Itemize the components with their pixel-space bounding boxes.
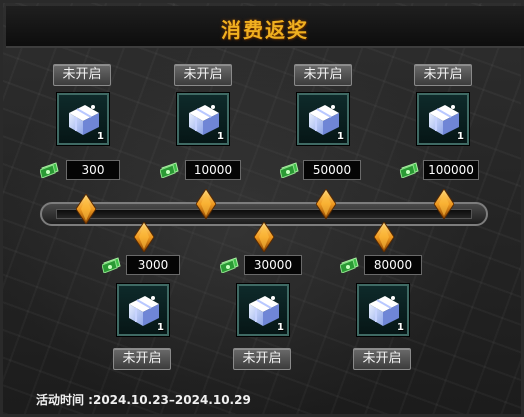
threshold-value-6: 30000 — [244, 255, 302, 275]
diamond-marker-icon — [254, 222, 274, 252]
reward-status-button-1[interactable]: 未开启 — [53, 64, 111, 86]
reward-item-6[interactable]: 1 — [237, 284, 289, 336]
reward-status-button-4[interactable]: 未开启 — [414, 64, 472, 86]
reward-item-2[interactable]: 1 — [177, 93, 229, 145]
progress-track-inner — [56, 209, 472, 219]
reward-item-7[interactable]: 1 — [357, 284, 409, 336]
reward-status-button-6[interactable]: 未开启 — [233, 348, 291, 370]
item-quantity: 1 — [397, 322, 404, 333]
money-bill-icon — [220, 257, 240, 273]
title-bar: 消费返奖 — [6, 6, 524, 48]
reward-item-5[interactable]: 1 — [117, 284, 169, 336]
panel-title: 消费返奖 — [221, 18, 309, 42]
threshold-value-7: 80000 — [364, 255, 422, 275]
money-bill-icon — [340, 257, 360, 273]
diamond-marker-icon — [134, 222, 154, 252]
threshold-value-1: 300 — [66, 160, 120, 180]
money-bill-icon — [280, 162, 300, 178]
money-bill-icon — [102, 257, 122, 273]
money-bill-icon — [160, 162, 180, 178]
diamond-marker-icon — [316, 189, 336, 219]
reward-status-button-2[interactable]: 未开启 — [174, 64, 232, 86]
item-quantity: 1 — [277, 322, 284, 333]
item-quantity: 1 — [337, 131, 344, 142]
threshold-value-3: 50000 — [303, 160, 361, 180]
threshold-value-2: 10000 — [185, 160, 241, 180]
item-quantity: 1 — [457, 131, 464, 142]
reward-item-1[interactable]: 1 — [57, 93, 109, 145]
reward-item-4[interactable]: 1 — [417, 93, 469, 145]
reward-status-button-7[interactable]: 未开启 — [353, 348, 411, 370]
money-bill-icon — [400, 162, 420, 178]
diamond-marker-icon — [76, 194, 96, 224]
reward-status-button-3[interactable]: 未开启 — [294, 64, 352, 86]
threshold-value-4: 100000 — [423, 160, 479, 180]
item-quantity: 1 — [157, 322, 164, 333]
diamond-marker-icon — [196, 189, 216, 219]
threshold-value-5: 3000 — [126, 255, 180, 275]
diamond-marker-icon — [434, 189, 454, 219]
activity-time: 活动时间 :2024.10.23–2024.10.29 — [36, 393, 251, 407]
item-quantity: 1 — [217, 131, 224, 142]
diamond-marker-icon — [374, 222, 394, 252]
item-quantity: 1 — [97, 131, 104, 142]
reward-status-button-5[interactable]: 未开启 — [113, 348, 171, 370]
reward-item-3[interactable]: 1 — [297, 93, 349, 145]
money-bill-icon — [40, 162, 60, 178]
